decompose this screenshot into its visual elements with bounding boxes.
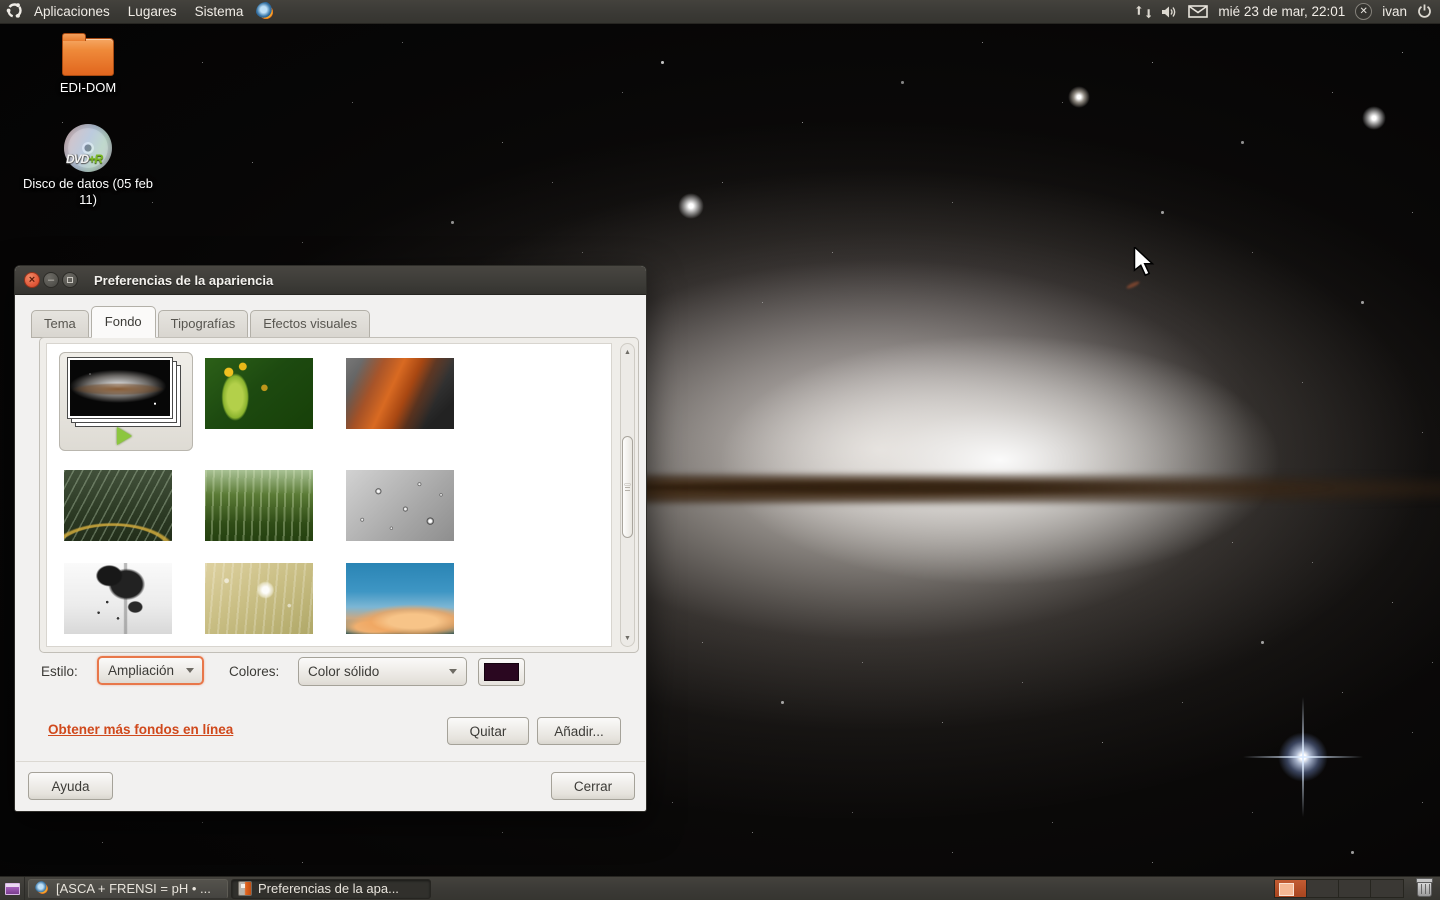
network-traffic-icon[interactable] [1135,5,1151,19]
scroll-down-icon[interactable]: ▼ [621,631,634,645]
taskbar-item-appearance[interactable]: Preferencias de la apa... [231,879,431,899]
action-area-separator [16,761,645,762]
tab-strip: Tema Fondo Tipografías Efectos visuales [31,307,372,338]
desktop-icon-label: Disco de datos (05 feb 11) [18,176,158,209]
taskbar-item-label: Preferencias de la apa... [258,881,399,896]
folder-icon [62,38,114,76]
desktop-icon-disco-de-datos[interactable]: DVD+R Disco de datos (05 feb 11) [18,124,158,209]
wallpaper-thumbnail[interactable] [346,563,454,634]
wallpaper-thumbnail[interactable] [64,563,172,634]
get-more-backgrounds-link[interactable]: Obtener más fondos en línea [48,722,233,737]
vertical-scrollbar[interactable]: ▲ ▼ [620,343,635,647]
colors-value: Color sólido [308,664,379,679]
ayuda-button[interactable]: Ayuda [28,772,113,800]
tab-fondo[interactable]: Fondo [91,306,156,338]
chevron-down-icon [449,669,457,674]
wallpaper-thumbnail[interactable] [346,358,454,429]
wallpaper-thumbnail[interactable] [205,470,313,541]
system-tray: mié 23 de mar, 22:01 ✕ ivan [1135,3,1440,20]
wallpaper-thumbnail-selected[interactable] [59,352,193,451]
desktop-icon-edi-dom[interactable]: EDI-DOM [18,38,158,96]
show-desktop-icon [5,883,20,895]
appearance-icon [238,881,252,896]
tab-efectos-visuales[interactable]: Efectos visuales [250,310,370,338]
galaxy-core [720,335,1280,585]
wallpaper-thumbnail[interactable] [64,470,172,541]
cerrar-button[interactable]: Cerrar [551,772,635,800]
show-desktop-button[interactable] [0,877,25,900]
slideshow-play-icon [117,427,132,445]
tab-tema[interactable]: Tema [31,310,89,338]
star [678,193,704,219]
scroll-up-icon[interactable]: ▲ [621,345,634,359]
dvd-disc-icon: DVD+R [64,124,112,172]
minimize-window-icon[interactable]: – [43,272,59,288]
bright-star [1278,732,1328,782]
user-menu[interactable]: ivan [1382,4,1407,19]
mail-icon[interactable] [1188,5,1208,18]
workspace-4[interactable] [1371,880,1403,897]
wallpaper-thumbnail[interactable] [205,358,313,429]
desktop-icon-label: EDI-DOM [18,80,158,96]
menu-lugares[interactable]: Lugares [119,0,186,24]
menu-aplicaciones[interactable]: Aplicaciones [25,0,119,24]
style-label: Estilo: [41,664,78,679]
colors-combobox[interactable]: Color sólido [298,657,467,686]
quitar-button[interactable]: Quitar [447,717,529,745]
workspace-3[interactable] [1339,880,1371,897]
workspace-switcher [1274,879,1404,898]
wallpaper-list-frame: ▲ ▼ [39,337,639,653]
galaxy-wallpaper-thumb [70,360,170,416]
taskbar-item-firefox[interactable]: [ASCA + FRENSI = pH • ... [28,879,228,899]
workspace-1[interactable] [1275,880,1307,897]
firefox-launcher-icon[interactable] [256,2,276,22]
clock[interactable]: mié 23 de mar, 22:01 [1218,4,1345,19]
tab-tipografias[interactable]: Tipografías [158,310,249,338]
anadir-button[interactable]: Añadir... [537,717,621,745]
galaxy-dust-core [638,482,1338,493]
style-value: Ampliación [108,663,174,678]
trash-icon [1417,880,1432,897]
bottom-panel: [ASCA + FRENSI = pH • ... Preferencias d… [0,876,1440,900]
workspace-2[interactable] [1307,880,1339,897]
star [1068,86,1090,108]
window-title: Preferencias de la apariencia [94,273,273,288]
maximize-window-icon[interactable] [62,272,78,288]
wallpaper-thumbnail[interactable] [205,563,313,634]
taskbar-item-label: [ASCA + FRENSI = pH • ... [56,881,211,896]
ubuntu-logo-icon[interactable] [6,2,23,22]
chevron-down-icon [186,668,194,673]
slideshow-stack [67,357,181,427]
color-swatch-button[interactable] [478,658,525,686]
volume-icon[interactable] [1161,5,1178,19]
wallpaper-list [46,343,612,647]
firefox-icon [35,881,50,896]
trash-applet[interactable] [1412,880,1436,897]
top-panel: Aplicaciones Lugares Sistema mié 23 de m… [0,0,1440,24]
colors-label: Colores: [229,664,279,679]
style-combobox[interactable]: Ampliación [97,656,204,685]
power-icon[interactable] [1417,4,1432,19]
window-titlebar[interactable]: × – Preferencias de la apariencia [15,266,646,295]
mouse-cursor [1133,247,1157,280]
appearance-preferences-window: × – Preferencias de la apariencia Tema F… [14,265,647,812]
presence-offline-icon[interactable]: ✕ [1355,3,1372,20]
star [1362,106,1386,130]
solid-color-swatch [484,663,519,681]
menu-sistema[interactable]: Sistema [186,0,253,24]
close-window-icon[interactable]: × [24,272,40,288]
wallpaper-thumbnail[interactable] [346,470,454,541]
scrollbar-thumb[interactable] [622,436,633,538]
